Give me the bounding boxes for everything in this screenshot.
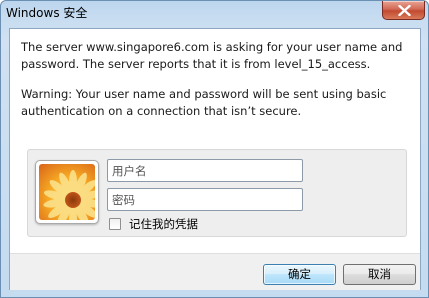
button-bar: 确定 取消 [10,253,420,290]
ok-button[interactable]: 确定 [263,264,336,285]
user-tile-flower-icon [39,164,95,220]
remember-checkbox[interactable] [109,218,121,230]
close-button[interactable] [382,1,425,20]
dialog-content: The server www.singapore6.com is asking … [9,28,421,290]
password-field[interactable] [107,188,303,211]
window-title: Windows 安全 [6,6,88,20]
title-bar[interactable]: Windows 安全 [1,1,428,25]
remember-label: 记住我的凭据 [129,217,198,231]
remember-credentials-option[interactable]: 记住我的凭据 [109,217,198,231]
server-request-text: The server www.singapore6.com is asking … [21,40,403,71]
avatar [35,160,99,224]
security-warning-text: Warning: Your user name and password wil… [21,87,387,118]
username-field[interactable] [107,159,303,182]
credential-tile: 记住我的凭据 [27,149,407,237]
server-message: The server www.singapore6.com is asking … [21,39,411,120]
cancel-button[interactable]: 取消 [343,264,416,285]
close-icon [398,5,411,16]
security-dialog-window: Windows 安全 The server www.singapore6.com… [0,0,429,298]
